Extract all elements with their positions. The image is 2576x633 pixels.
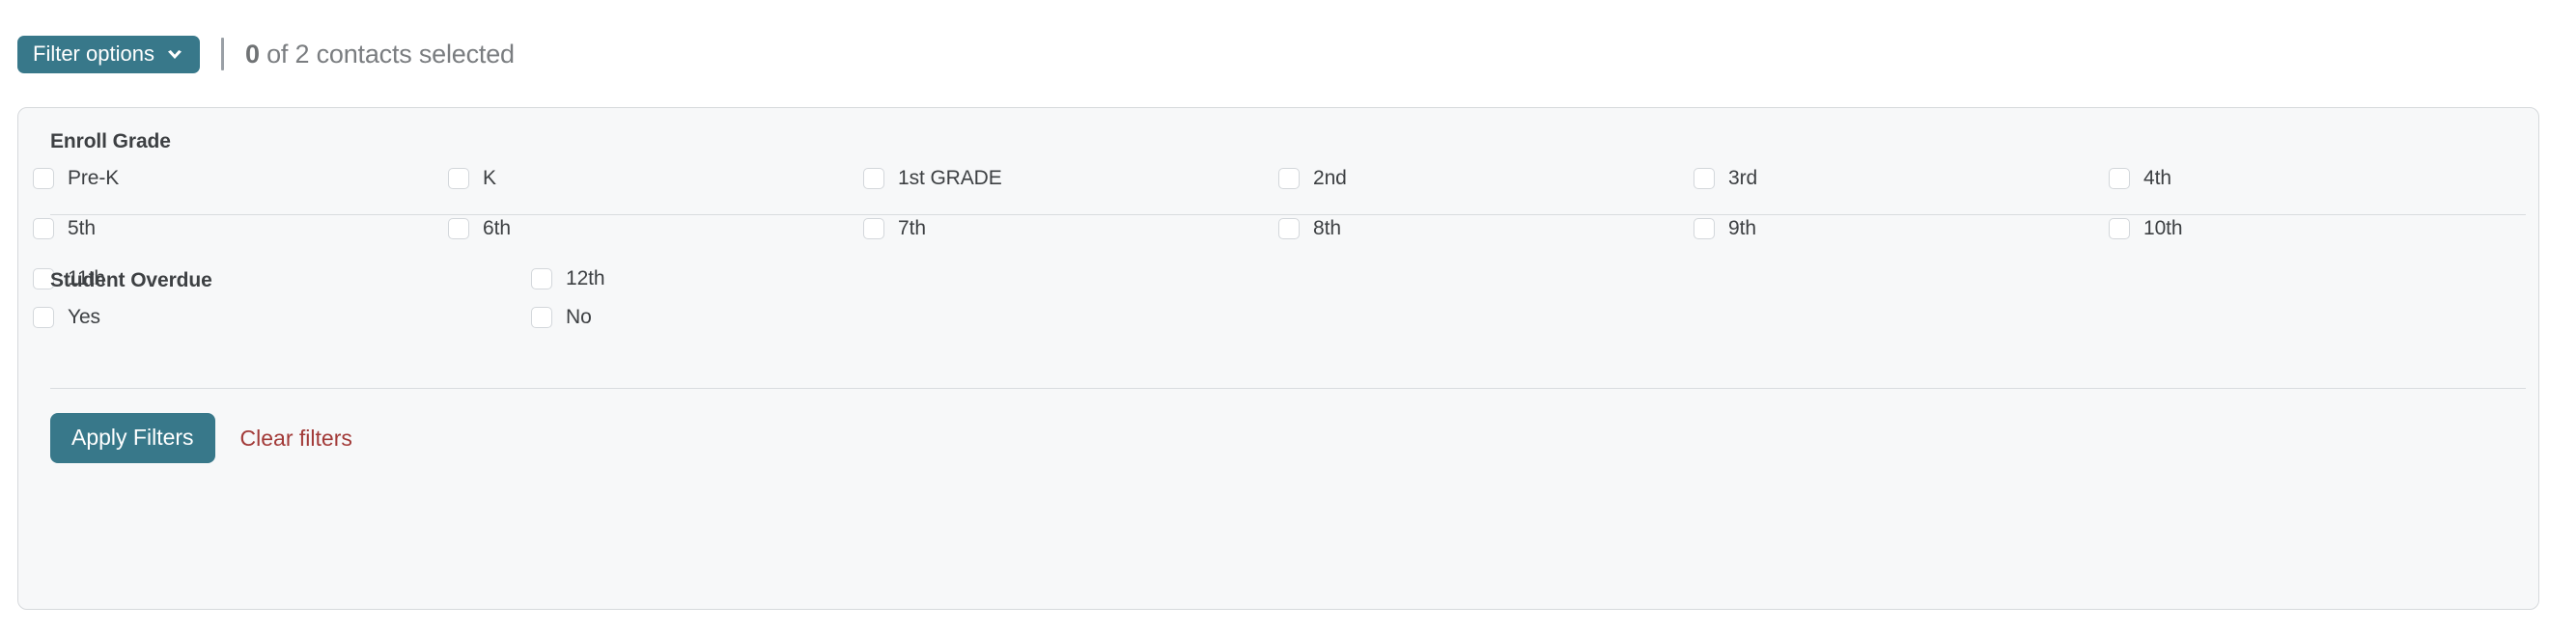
checkbox-label: 7th <box>898 217 926 239</box>
apply-filters-button[interactable]: Apply Filters <box>50 413 215 463</box>
checkbox-label: Pre-K <box>68 167 120 189</box>
checkbox-box[interactable] <box>1278 168 1300 189</box>
checkbox-item-9th[interactable]: 9th <box>1694 217 2109 240</box>
checkbox-box[interactable] <box>33 218 54 239</box>
checkbox-label: No <box>566 306 592 328</box>
checkbox-box[interactable] <box>2109 218 2130 239</box>
checkbox-box[interactable] <box>2109 168 2130 189</box>
checkbox-box[interactable] <box>448 168 469 189</box>
section-divider-2 <box>50 388 2526 389</box>
checkbox-label: Yes <box>68 306 100 328</box>
checkbox-item-1st-grade[interactable]: 1st GRADE <box>863 167 1278 190</box>
filter-options-label: Filter options <box>33 41 154 66</box>
checkbox-label: 8th <box>1313 217 1341 239</box>
checkbox-label: 12th <box>566 267 605 289</box>
filter-options-button[interactable]: Filter options <box>17 35 200 73</box>
checkbox-box[interactable] <box>1278 218 1300 239</box>
checkbox-item-5th[interactable]: 5th <box>33 217 448 240</box>
enroll-grade-checkbox-grid: Pre-K K 1st GRADE 2nd 3rd 4th 5th 6th 7t… <box>33 153 2524 304</box>
checkbox-box[interactable] <box>531 307 552 328</box>
section-title-enroll-grade: Enroll Grade <box>50 130 171 152</box>
checkbox-box[interactable] <box>1694 168 1715 189</box>
selected-suffix: of 2 contacts selected <box>259 39 515 69</box>
checkbox-item-6th[interactable]: 6th <box>448 217 863 240</box>
section-title-student-overdue: Student Overdue <box>50 269 212 291</box>
contacts-selected-status: 0 of 2 contacts selected <box>245 40 515 69</box>
checkbox-item-10th[interactable]: 10th <box>2109 217 2524 240</box>
checkbox-label: K <box>483 167 496 189</box>
checkbox-item-k[interactable]: K <box>448 167 863 190</box>
checkbox-item-12th[interactable]: 12th <box>531 267 1029 290</box>
checkbox-box[interactable] <box>448 218 469 239</box>
checkbox-item-7th[interactable]: 7th <box>863 217 1278 240</box>
checkbox-label: 6th <box>483 217 511 239</box>
checkbox-item-overdue-no[interactable]: No <box>531 306 1029 329</box>
checkbox-box[interactable] <box>33 307 54 328</box>
checkbox-row: Pre-K K 1st GRADE 2nd 3rd 4th <box>33 153 2524 204</box>
checkbox-box[interactable] <box>33 168 54 189</box>
section-divider-1 <box>50 214 2526 215</box>
selected-count: 0 <box>244 39 260 69</box>
checkbox-item-3rd[interactable]: 3rd <box>1694 167 2109 190</box>
checkbox-item-8th[interactable]: 8th <box>1278 217 1694 240</box>
checkbox-label: 5th <box>68 217 96 239</box>
checkbox-row: 5th 6th 7th 8th 9th 10th <box>33 204 2524 254</box>
checkbox-label: 9th <box>1728 217 1756 239</box>
chevron-down-icon <box>165 45 184 65</box>
checkbox-box[interactable] <box>531 268 552 289</box>
checkbox-row: Yes No <box>33 292 2524 343</box>
checkbox-label: 10th <box>2143 217 2183 239</box>
checkbox-box[interactable] <box>863 168 884 189</box>
checkbox-label: 4th <box>2143 167 2171 189</box>
filter-actions: Apply Filters Clear filters <box>50 413 352 463</box>
checkbox-label: 2nd <box>1313 167 1347 189</box>
filter-options-panel: Enroll Grade Pre-K K 1st GRADE 2nd 3rd 4… <box>17 107 2539 610</box>
student-overdue-checkbox-grid: Yes No <box>33 292 2524 343</box>
checkbox-box[interactable] <box>863 218 884 239</box>
checkbox-item-pre-k[interactable]: Pre-K <box>33 167 448 190</box>
header-divider <box>220 38 224 70</box>
checkbox-item-2nd[interactable]: 2nd <box>1278 167 1694 190</box>
filter-header-bar: Filter options 0 of 2 contacts selected <box>17 35 515 73</box>
checkbox-box[interactable] <box>1694 218 1715 239</box>
checkbox-label: 1st GRADE <box>898 167 1002 189</box>
checkbox-item-overdue-yes[interactable]: Yes <box>33 306 531 329</box>
clear-filters-link[interactable]: Clear filters <box>240 426 352 452</box>
checkbox-item-4th[interactable]: 4th <box>2109 167 2524 190</box>
checkbox-label: 3rd <box>1728 167 1758 189</box>
